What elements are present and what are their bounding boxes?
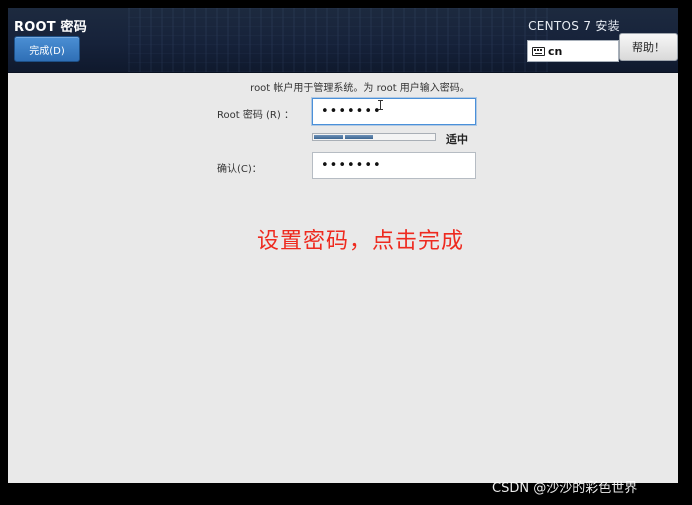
strength-segment [406, 135, 435, 139]
confirm-password-label: 确认(C)： [217, 164, 262, 175]
keyboard-layout-indicator[interactable]: cn [527, 40, 619, 62]
installer-window: ROOT 密码 完成(D) CENTOS 7 安装 cn 帮助！ root 帐户… [8, 8, 678, 483]
password-strength-label: 适中 [446, 133, 468, 146]
header-texture [128, 8, 548, 72]
strength-segment [375, 135, 404, 139]
strength-segment [344, 135, 373, 139]
header-bar: ROOT 密码 完成(D) CENTOS 7 安装 cn 帮助！ [8, 8, 678, 73]
keyboard-icon [532, 46, 545, 56]
root-password-label: Root 密码 (R) ： [217, 110, 294, 121]
confirm-password-field[interactable]: ••••••• [312, 152, 476, 179]
annotation-text: 设置密码，点击完成 [257, 229, 465, 254]
done-button[interactable]: 完成(D) [14, 36, 80, 62]
install-title: CENTOS 7 安装 [528, 19, 620, 33]
help-button[interactable]: 帮助！ [619, 33, 678, 61]
password-strength-meter [312, 133, 436, 141]
root-password-field[interactable]: ••••••• [312, 98, 476, 125]
strength-segment [314, 135, 343, 139]
watermark: CSDN @沙沙的彩色世界 [492, 481, 638, 496]
text-cursor-icon [378, 100, 383, 110]
page-title: ROOT 密码 [14, 20, 87, 35]
intro-text: root 帐户用于管理系统。为 root 用户输入密码。 [250, 83, 470, 94]
keyboard-layout-code: cn [548, 44, 563, 58]
